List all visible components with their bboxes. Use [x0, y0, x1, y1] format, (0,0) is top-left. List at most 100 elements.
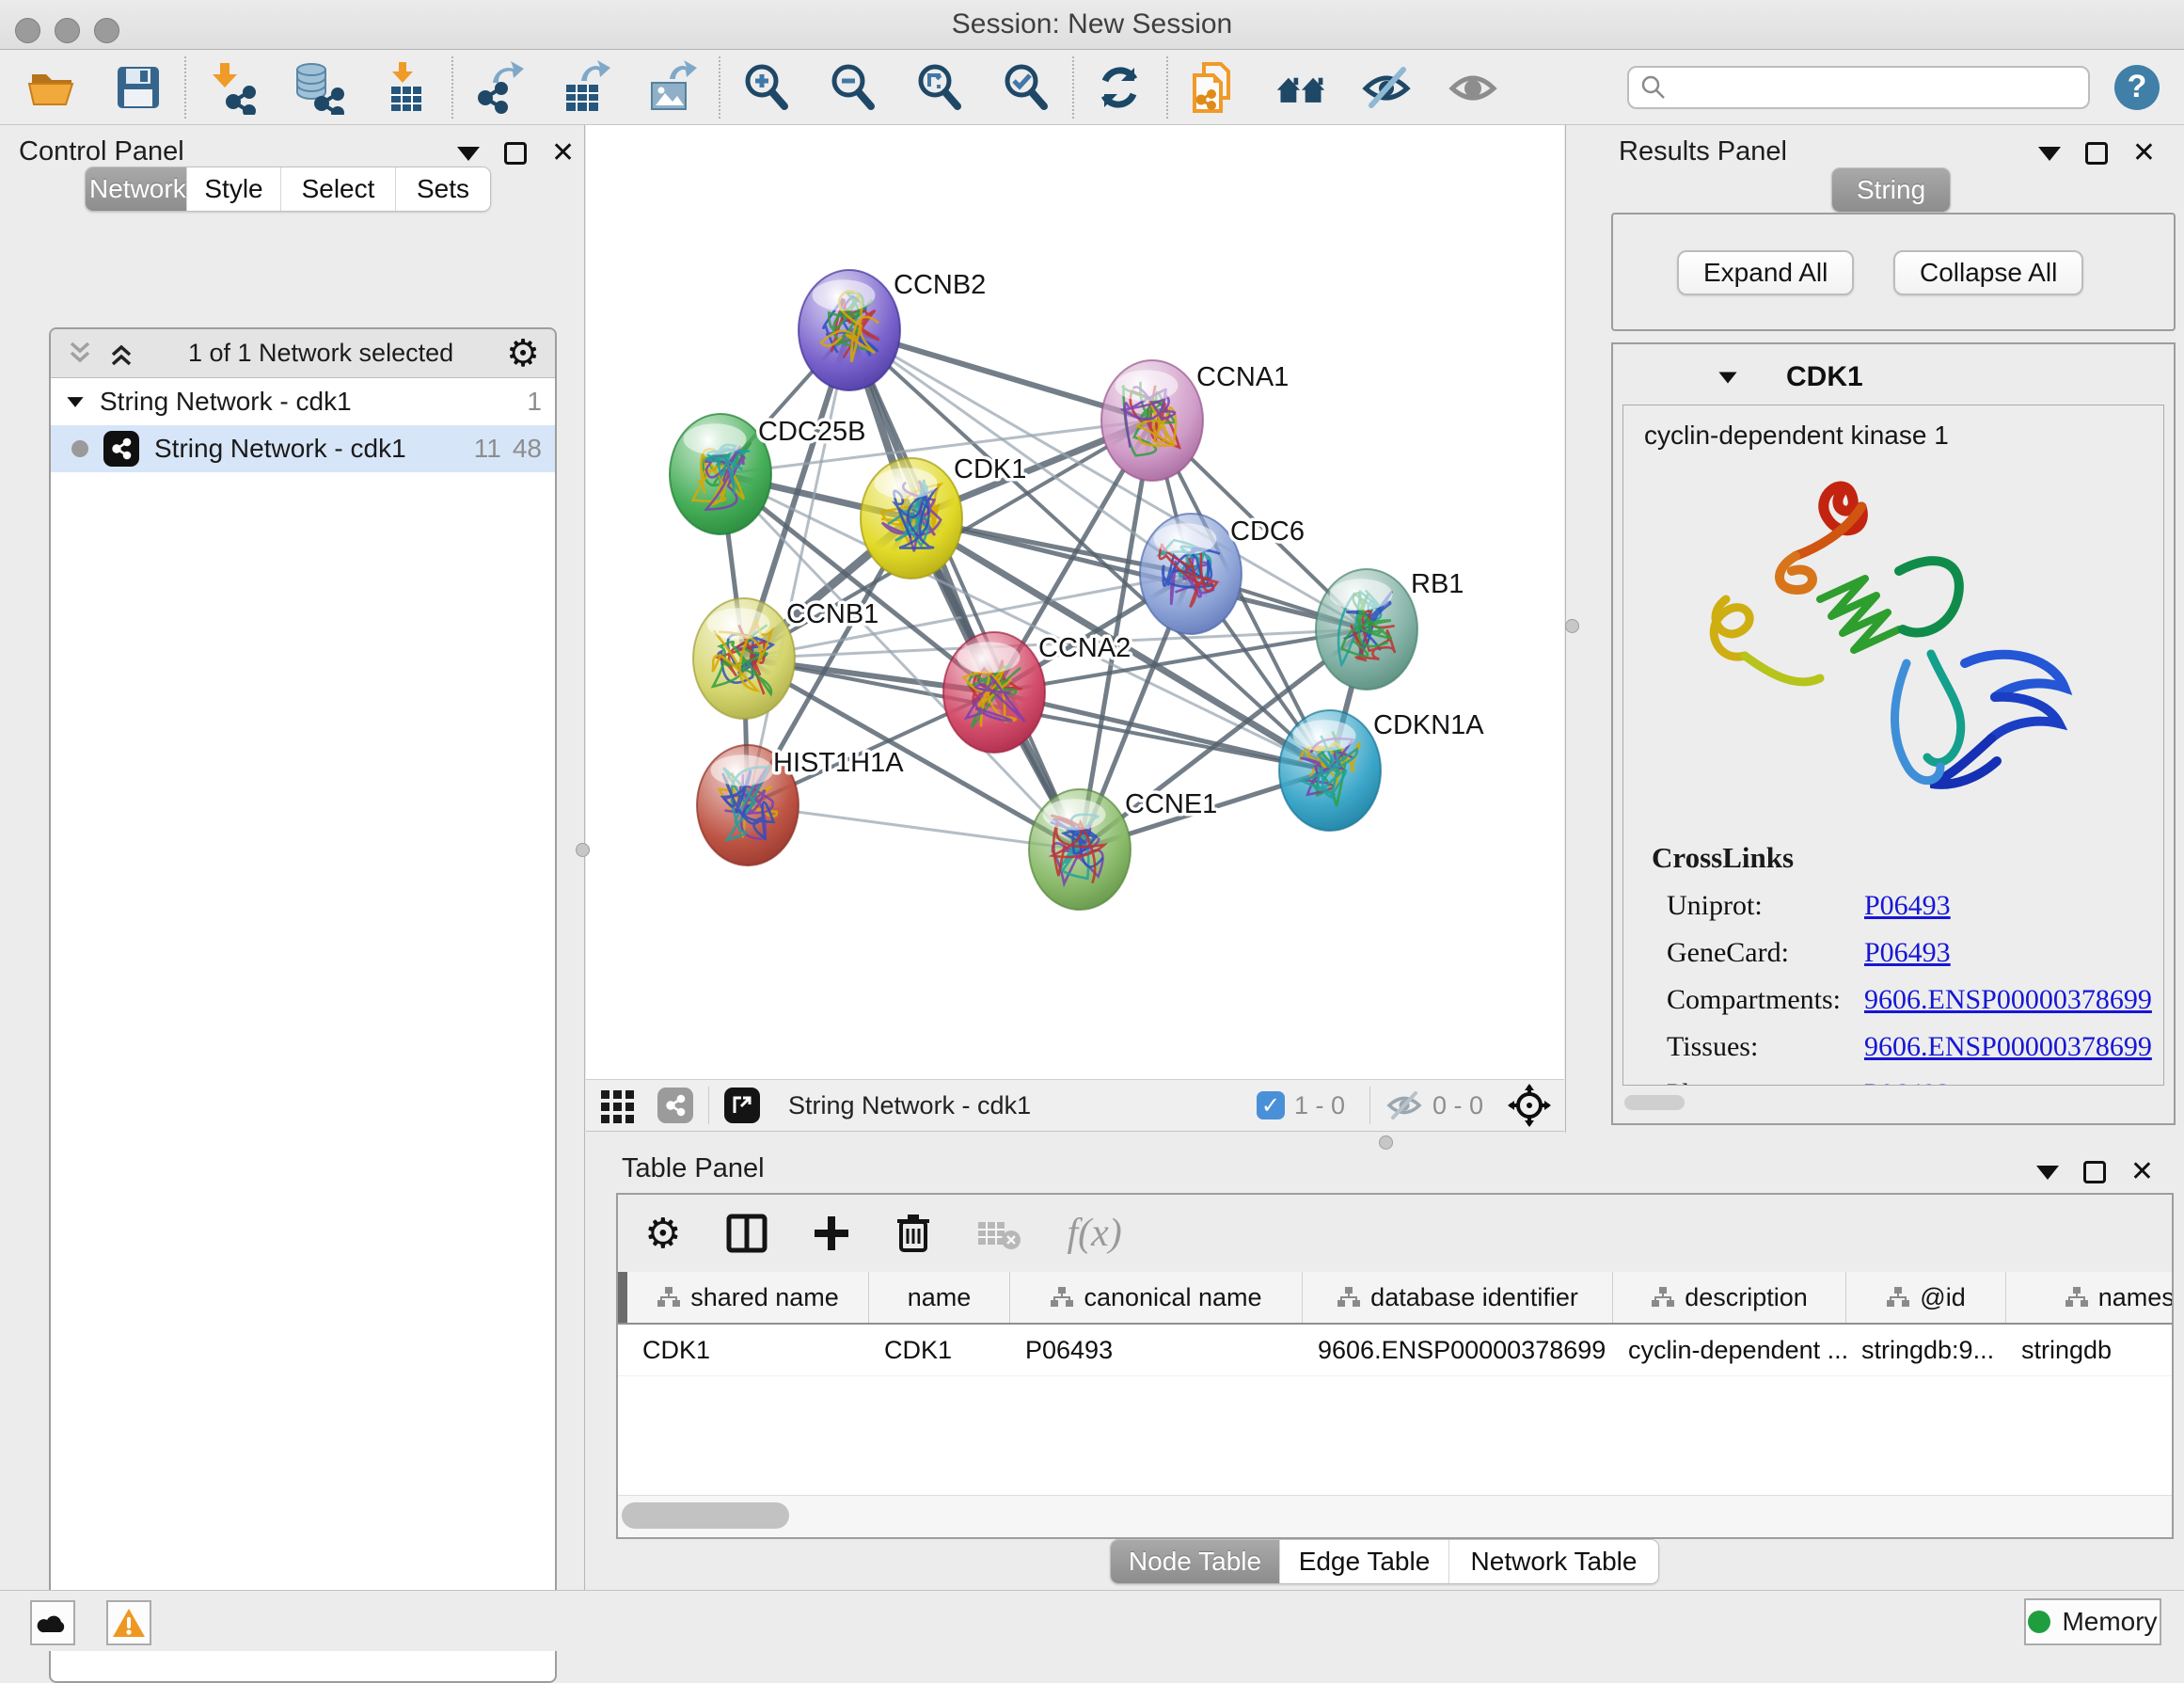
expand-all-icon[interactable]: [107, 341, 135, 366]
search-input[interactable]: [1676, 71, 2077, 103]
column-type-icon: [2065, 1286, 2089, 1309]
collection-expand-icon[interactable]: [67, 397, 83, 407]
bottom-splitter-handle[interactable]: [1379, 1135, 1393, 1150]
zoom-in-button[interactable]: [739, 60, 794, 115]
network-selection-status: 1 of 1 Network selected: [135, 339, 506, 368]
export-network-button[interactable]: [472, 60, 527, 115]
tab-style[interactable]: Style: [187, 167, 281, 211]
save-session-button[interactable]: [111, 60, 166, 115]
zoom-out-button[interactable]: [826, 60, 880, 115]
cell-canonical-name: P06493: [1010, 1325, 1303, 1375]
network-edge-count: 48: [513, 434, 542, 464]
tab-network-table[interactable]: Network Table: [1449, 1540, 1658, 1583]
crosslink-uniprot-link[interactable]: P06493: [1864, 890, 1951, 922]
column-header-namespace[interactable]: namespace: [2006, 1272, 2172, 1323]
detach-view-button[interactable]: [724, 1088, 760, 1123]
zoom-fit-button[interactable]: [912, 60, 967, 115]
table-toolbar: ⚙ f(x): [618, 1195, 2172, 1272]
column-header-shared-name[interactable]: shared name: [627, 1272, 869, 1323]
network-row[interactable]: String Network - cdk1 11 48: [51, 425, 555, 472]
toolbar-search[interactable]: [1627, 66, 2090, 109]
collapse-all-icon[interactable]: [66, 341, 94, 366]
table-panel-float-button[interactable]: [2083, 1161, 2106, 1183]
control-panel-float-button[interactable]: [504, 142, 527, 165]
node-CDK1[interactable]: [861, 458, 962, 579]
refresh-view-button[interactable]: [1093, 60, 1147, 115]
column-header-name[interactable]: name: [869, 1272, 1010, 1323]
add-column-icon[interactable]: [813, 1215, 850, 1252]
selected-checkbox-icon[interactable]: ✓: [1257, 1091, 1285, 1119]
birdseye-grid-icon[interactable]: [599, 1087, 637, 1124]
tab-string[interactable]: String: [1832, 168, 1950, 212]
crosslink-genecard-link[interactable]: P06493: [1864, 937, 1951, 969]
table-panel-close-button[interactable]: ✕: [2130, 1161, 2154, 1183]
node-CCNB2[interactable]: [799, 270, 900, 390]
node-CCNA2[interactable]: [943, 632, 1045, 753]
cloud-status-button[interactable]: [30, 1600, 75, 1645]
tab-node-table[interactable]: Node Table: [1111, 1540, 1280, 1583]
warnings-button[interactable]: [106, 1600, 151, 1645]
open-session-button[interactable]: [24, 60, 79, 115]
results-panel-close-button[interactable]: ✕: [2132, 142, 2156, 165]
show-columns-icon[interactable]: [726, 1214, 768, 1253]
help-button[interactable]: ?: [2114, 65, 2160, 110]
column-header-description[interactable]: description: [1613, 1272, 1846, 1323]
left-splitter-handle[interactable]: [576, 843, 590, 857]
node-CDKN1A[interactable]: [1279, 710, 1381, 831]
node-CCNE1[interactable]: [1029, 789, 1131, 910]
network-view-canvas[interactable]: CCNB2CCNA1CDC25BCDK1CDC6RB1CCNB1CCNA2CDK…: [586, 125, 1564, 1079]
delete-column-trash-icon[interactable]: [895, 1213, 931, 1254]
node-RB1[interactable]: [1316, 569, 1417, 690]
control-panel-close-button[interactable]: ✕: [551, 142, 575, 165]
memory-button[interactable]: Memory: [2024, 1598, 2161, 1645]
results-hscroll-thumb[interactable]: [1624, 1095, 1685, 1110]
control-panel-menu-button[interactable]: [457, 147, 480, 161]
tab-select[interactable]: Select: [281, 167, 396, 211]
tab-edge-table[interactable]: Edge Table: [1280, 1540, 1449, 1583]
network-options-gear-icon[interactable]: ⚙: [506, 332, 540, 375]
crosslink-tissues-link[interactable]: 9606.ENSP00000378699: [1864, 1031, 2152, 1063]
expand-all-button[interactable]: Expand All: [1677, 250, 1854, 295]
tab-network[interactable]: Network: [86, 167, 187, 211]
collapse-all-button[interactable]: Collapse All: [1893, 250, 2083, 295]
column-header-database-identifier[interactable]: database identifier: [1303, 1272, 1613, 1323]
network-graph[interactable]: CCNB2CCNA1CDC25BCDK1CDC6RB1CCNB1CCNA2CDK…: [586, 125, 1564, 1079]
results-panel-menu-button[interactable]: [2038, 147, 2061, 161]
hide-selected-button[interactable]: [1360, 60, 1415, 115]
node-CDC6[interactable]: [1140, 514, 1242, 634]
import-network-database-button[interactable]: [292, 60, 346, 115]
crosslink-compartments-link[interactable]: 9606.ENSP00000378699: [1864, 984, 2152, 1016]
right-splitter-handle[interactable]: [1565, 619, 1579, 633]
column-header-label: database identifier: [1370, 1283, 1578, 1312]
table-tabs: Node TableEdge TableNetwork Table: [1110, 1539, 1659, 1584]
import-table-file-button[interactable]: [378, 60, 433, 115]
first-neighbors-button[interactable]: [1274, 60, 1328, 115]
entry-collapse-icon[interactable]: [1718, 372, 1736, 383]
node-CCNB1[interactable]: [693, 598, 795, 719]
network-collection-row[interactable]: String Network - cdk1 1: [51, 378, 555, 425]
node-CCNA1[interactable]: [1101, 360, 1203, 481]
import-network-file-button[interactable]: [205, 60, 260, 115]
tab-sets[interactable]: Sets: [396, 167, 490, 211]
results-panel-title: Results Panel: [1619, 136, 1787, 167]
table-hscroll-thumb[interactable]: [622, 1502, 789, 1529]
node-table-grid[interactable]: shared namenamecanonical name database id…: [618, 1272, 2172, 1483]
table-row[interactable]: CDK1CDK1P064939606.ENSP00000378699cyclin…: [618, 1325, 2172, 1376]
show-all-button[interactable]: [1447, 60, 1501, 115]
string-badge-icon[interactable]: [657, 1088, 693, 1123]
crosslink-row: Tissues:9606.ENSP00000378699: [1667, 1031, 2163, 1063]
crosslink-pharos-link[interactable]: P06493: [1864, 1078, 1951, 1086]
network-view-title: String Network - cdk1: [788, 1091, 1257, 1120]
clone-network-button[interactable]: [1187, 60, 1242, 115]
table-panel-menu-button[interactable]: [2036, 1166, 2059, 1180]
export-image-button[interactable]: [645, 60, 700, 115]
results-panel-float-button[interactable]: [2085, 142, 2108, 165]
column-header-id[interactable]: @id: [1846, 1272, 2006, 1323]
column-header-canonical-name[interactable]: canonical name: [1010, 1272, 1303, 1323]
fit-content-target-icon[interactable]: [1508, 1084, 1551, 1127]
zoom-selected-button[interactable]: [999, 60, 1053, 115]
column-type-icon: [657, 1286, 681, 1309]
node-CDC25B[interactable]: [670, 414, 771, 534]
export-table-button[interactable]: [559, 60, 613, 115]
table-options-gear-icon[interactable]: ⚙: [644, 1210, 681, 1258]
